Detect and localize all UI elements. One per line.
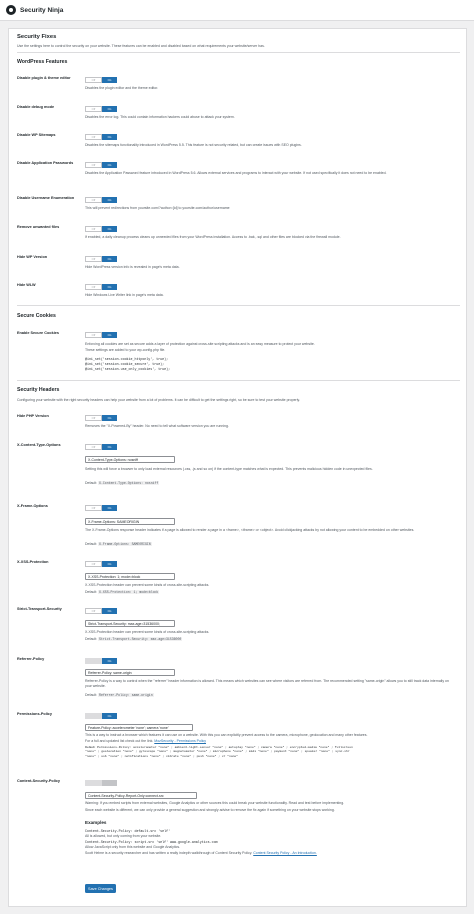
hide-php-toggle[interactable]: Off On [85, 415, 117, 421]
csp-introduction-link[interactable]: Content Security Policy - An Introductio… [253, 851, 317, 855]
xcto-toggle[interactable]: Off On [85, 444, 117, 450]
xfo-label: X-Frame-Options [17, 504, 48, 508]
referrer-policy-default: Default: Referrer-Policy: same-origin [85, 693, 154, 697]
permissions-policy-toggle[interactable]: Off On [85, 713, 117, 719]
hide-wlw-toggle[interactable]: Off On [85, 284, 117, 290]
remove-files-label: Remove unwanted files [17, 225, 60, 229]
csp-label: Content-Security-Policy [17, 779, 61, 783]
xcto-input[interactable]: X-Content-Type-Options: nosniff [85, 456, 175, 463]
xxss-label: X-XSS-Protection [17, 560, 49, 564]
hide-php-desc: Removes the "X-Powered-By" header. No ne… [85, 424, 229, 428]
disable-app-passwords-label: Disable Application Passwords [17, 161, 74, 165]
permissions-policy-input[interactable]: Feature-Policy: accelerometer 'none'; ca… [85, 724, 193, 731]
xcto-default: Default: X-Content-Type-Options: nosniff [85, 481, 160, 485]
security-ninja-logo-icon [6, 5, 16, 15]
permissions-policy-desc: This is a way to instruct a browser whic… [85, 733, 368, 737]
app-title: Security Ninja [20, 6, 64, 14]
secure-cookies-heading: Secure Cookies [17, 313, 56, 319]
save-changes-button[interactable]: Save Changes [85, 884, 116, 893]
divider [17, 380, 460, 381]
xfo-default: Default: X-Frame-Options: SAMEORIGIN [85, 542, 152, 546]
hide-wp-version-label: Hide WP Version [17, 255, 48, 259]
sts-label: Strict-Transport-Security [17, 607, 62, 611]
security-fixes-panel: Security Fixes Use the settings here to … [8, 28, 467, 907]
permissions-policy-default-line: "none" ; geolocation "none" ; gyroscope … [85, 750, 350, 753]
xxss-toggle[interactable]: Off On [85, 561, 117, 567]
disable-debug-desc: Disables the error log. This could conta… [85, 115, 235, 119]
permissions-policy-default-line: "none" ; usb "none" ; notifications "non… [85, 755, 239, 758]
disable-editor-desc: Disables the plugin editor and the theme… [85, 86, 159, 90]
hide-php-label: Hide PHP Version [17, 414, 49, 418]
csp-examples-heading: Examples [85, 820, 107, 825]
hide-wp-version-desc: Hide WordPress version info is revealed … [85, 265, 180, 269]
disable-sitemaps-desc: Disables the sitemaps functionality intr… [85, 143, 302, 147]
sts-toggle[interactable]: Off On [85, 608, 117, 614]
disable-username-enum-label: Disable Username Enumeration [17, 196, 75, 200]
security-headers-intro: Configuring your website with the right … [17, 398, 300, 402]
xxss-desc: X-XSS-Protection header can prevent some… [85, 583, 210, 587]
disable-app-passwords-toggle[interactable]: Off On [85, 162, 117, 168]
cookie-code-line: @ini_set('session.use_only_cookies', tru… [85, 367, 171, 371]
disable-debug-label: Disable debug mode [17, 105, 55, 109]
referrer-policy-label: Referrer-Policy [17, 657, 45, 661]
xxss-input[interactable]: X-XSS-Protection: 1; mode=block [85, 573, 175, 580]
xxss-default: Default: X-XSS-Protection: 1; mode=block [85, 590, 160, 594]
wordpress-features-heading: WordPress Features [17, 59, 68, 65]
secure-cookies-toggle[interactable]: Off On [85, 332, 117, 338]
permissions-policy-label: Permissions-Policy [17, 712, 53, 716]
disable-editor-label: Disable plugin & theme editor [17, 76, 71, 80]
hide-wp-version-toggle[interactable]: Off On [85, 256, 117, 262]
referrer-policy-input[interactable]: Referrer-Policy: same-origin [85, 669, 175, 676]
disable-app-passwords-desc: Disables the Application Password featur… [85, 171, 387, 175]
secure-cookies-added: These settings are added to your wp-conf… [85, 348, 166, 352]
security-headers-heading: Security Headers [17, 387, 60, 393]
csp-example-2-desc: Allow JavaScript only from this website … [85, 845, 181, 849]
disable-username-enum-toggle[interactable]: Off On [85, 197, 117, 203]
referrer-policy-desc: Referrer-Policy is a way to control when… [85, 679, 449, 689]
xfo-desc: The X-Frame-Options response header indi… [85, 528, 415, 532]
csp-toggle[interactable] [85, 780, 117, 786]
disable-debug-toggle[interactable]: Off On [85, 106, 117, 112]
disable-sitemaps-label: Disable WP Sitemaps [17, 133, 56, 137]
remove-files-toggle[interactable]: Off On [85, 226, 117, 232]
csp-credit: Scott Helme is a security researcher and… [85, 851, 317, 855]
csp-example-1-desc: All is allowed, but only coming from you… [85, 834, 162, 838]
page-title: Security Fixes [17, 34, 57, 40]
xfo-input[interactable]: X-Frame-Options: SAMEORIGIN [85, 518, 175, 525]
sts-desc: X-XSS-Protection header can prevent some… [85, 630, 210, 634]
permissions-policy-link-line: For a full and updated list check out th… [85, 739, 207, 743]
top-bar: Security Ninja [0, 0, 474, 21]
divider [17, 52, 460, 53]
referrer-policy-toggle[interactable]: Off On [85, 658, 117, 664]
csp-warning-2: Since each website is different, we can … [85, 808, 335, 812]
csp-input[interactable]: Content-Security-Policy-Report-Only:conn… [85, 792, 197, 799]
page-intro: Use the settings here to control the sec… [17, 44, 265, 48]
sts-input[interactable]: Strict-Transport-Security: max-age=31536… [85, 620, 175, 627]
sts-default: Default: Strict-Transport-Security: max-… [85, 637, 183, 641]
disable-username-enum-desc: This will prevent redirections from your… [85, 206, 230, 210]
xcto-label: X-Content-Type-Options [17, 443, 61, 447]
divider [17, 305, 460, 306]
xfo-toggle[interactable]: Off On [85, 505, 117, 511]
secure-cookies-desc: Enforcing all cookies are set as secure … [85, 342, 315, 346]
hide-wlw-label: Hide WLW [17, 283, 36, 287]
csp-warning: Warning: If you embed scripts from exter… [85, 801, 345, 805]
mozsecurity-link[interactable]: MozSecurity - Permissions Policy [154, 739, 206, 743]
disable-sitemaps-toggle[interactable]: Off On [85, 134, 117, 140]
secure-cookies-label: Enable Secure Cookies [17, 331, 59, 335]
disable-editor-toggle[interactable]: Off On [85, 77, 117, 83]
xcto-desc: Setting this will force a browser to onl… [85, 467, 373, 471]
hide-wlw-desc: Hide Windows Live Writer link in page's … [85, 293, 164, 297]
remove-files-desc: If enabled, a daily cleanup process clea… [85, 235, 341, 239]
